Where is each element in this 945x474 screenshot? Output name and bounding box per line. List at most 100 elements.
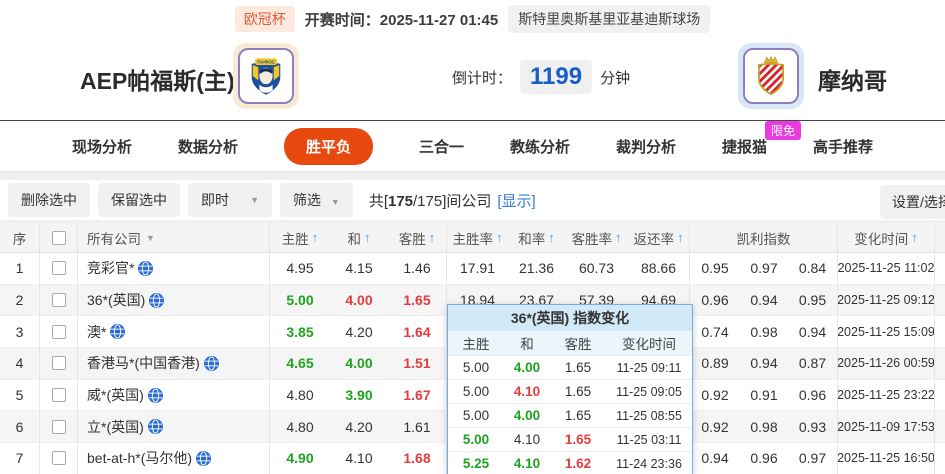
- popup-row: 5.00 4.00 1.65 11-25 08:55: [448, 403, 692, 427]
- company-cell[interactable]: 36*(英国): [78, 284, 270, 316]
- popup-header-away: 客胜: [564, 337, 592, 352]
- home-odds-cell[interactable]: 4.90: [270, 443, 330, 474]
- row-stub: [935, 443, 945, 474]
- globe-icon: [110, 324, 126, 340]
- company-cell[interactable]: bet-at-h*(马尔他): [78, 443, 270, 474]
- header-home-rate[interactable]: 主胜率 ↑: [447, 223, 508, 252]
- popup-change-time: 11-25 09:05: [616, 384, 682, 399]
- league-badge: 欧冠杯: [234, 6, 295, 32]
- company-name[interactable]: 澳*: [87, 322, 106, 342]
- header-company[interactable]: 所有公司 ▼: [78, 223, 270, 252]
- home-odds-cell[interactable]: 5.00: [270, 285, 330, 316]
- popup-change-time: 11-25 08:55: [616, 408, 682, 423]
- row-checkbox[interactable]: [40, 348, 78, 379]
- row-index: 3: [0, 316, 40, 348]
- header-draw-rate[interactable]: 和率 ↑: [508, 223, 565, 252]
- header-draw-odds[interactable]: 和 ↑: [330, 223, 388, 252]
- away-odds-cell[interactable]: 1.61: [388, 411, 447, 443]
- popup-row: 5.00 4.10 1.65 11-25 03:11: [448, 427, 692, 451]
- company-count: 共[175/175]间公司: [368, 192, 492, 210]
- match-info-bar: 欧冠杯 开赛时间：2025-11-27 01:45 斯特里奥斯基里亚基迪斯球场: [0, 0, 945, 38]
- delete-selected-button[interactable]: 删除选中: [8, 183, 90, 217]
- draw-odds-cell[interactable]: 4.20: [330, 411, 388, 442]
- monaco-crest-icon: [758, 56, 784, 96]
- keep-selected-button[interactable]: 保留选中: [98, 183, 180, 217]
- time-mode-dropdown[interactable]: 即时 ▼: [188, 183, 272, 217]
- kelly-home-cell: 0.92: [701, 387, 729, 404]
- popup-header: 主胜 和 客胜 变化时间: [448, 331, 692, 355]
- company-cell[interactable]: 竞彩官*: [78, 253, 270, 284]
- popup-draw-odds: 4.00: [513, 408, 541, 423]
- company-cell[interactable]: 立*(英国): [78, 411, 270, 443]
- row-checkbox[interactable]: [40, 253, 78, 284]
- row-stub: [935, 285, 945, 316]
- away-odds-cell[interactable]: 1.67: [388, 379, 447, 411]
- odds-change-popup: 36*(英国) 指数变化 主胜 和 客胜 变化时间 5.00 4.00 1.65…: [447, 304, 693, 474]
- draw-odds-cell[interactable]: 4.20: [330, 316, 388, 347]
- row-stub: [935, 348, 945, 379]
- nav-tab[interactable]: 捷报猫 限免: [722, 120, 802, 157]
- company-name[interactable]: 威*(英国): [87, 385, 144, 405]
- return-rate-cell: 88.66: [628, 253, 690, 284]
- home-odds-cell[interactable]: 4.65: [270, 348, 330, 379]
- away-rate-cell: 60.73: [578, 260, 615, 277]
- popup-draw-odds: 4.10: [513, 456, 541, 471]
- svg-text:ΠΑΦΟΣ: ΠΑΦΟΣ: [257, 60, 275, 66]
- filter-dropdown[interactable]: 筛选 ▼: [280, 183, 353, 217]
- draw-odds-cell[interactable]: 4.00: [330, 285, 388, 316]
- nav-tab[interactable]: 数据分析: [178, 136, 238, 157]
- row-stub: [935, 411, 945, 442]
- away-odds-cell[interactable]: 1.65: [388, 284, 447, 316]
- nav-tab[interactable]: 现场分析: [72, 136, 132, 157]
- header-away-rate[interactable]: 客胜率 ↑: [565, 223, 628, 252]
- company-cell[interactable]: 威*(英国): [78, 379, 270, 411]
- home-odds-cell[interactable]: 4.80: [270, 411, 330, 442]
- header-change-time[interactable]: 变化时间 ↑: [838, 223, 935, 252]
- row-index: 5: [0, 379, 40, 411]
- company-name[interactable]: bet-at-h*(马尔他): [87, 448, 192, 468]
- company-name[interactable]: 香港马*(中国香港): [87, 353, 200, 373]
- home-odds-cell[interactable]: 4.80: [270, 380, 330, 411]
- header-return-rate[interactable]: 返还率 ↑: [628, 223, 690, 252]
- draw-odds-cell[interactable]: 4.10: [330, 443, 388, 474]
- header-checkbox[interactable]: [40, 223, 78, 252]
- globe-icon: [149, 292, 165, 308]
- nav-tab[interactable]: 三合一: [419, 136, 464, 157]
- away-odds-cell[interactable]: 1.46: [388, 253, 447, 284]
- away-odds-cell[interactable]: 1.51: [388, 348, 447, 379]
- row-checkbox[interactable]: [40, 443, 78, 474]
- header-away-odds[interactable]: 客胜 ↑: [388, 223, 447, 252]
- draw-odds-cell[interactable]: 3.90: [330, 380, 388, 411]
- nav-tab[interactable]: 裁判分析: [616, 136, 676, 157]
- draw-odds-cell[interactable]: 4.00: [330, 348, 388, 379]
- kelly-home-cell: 0.74: [701, 323, 729, 340]
- nav-tab[interactable]: 胜平负: [283, 127, 373, 165]
- countdown-value: 1199: [520, 60, 593, 94]
- settings-select-button[interactable]: 设置/选择: [880, 185, 945, 219]
- nav-tab[interactable]: 高手推荐: [813, 136, 873, 157]
- kelly-draw-cell: 0.94: [750, 355, 778, 372]
- away-odds-cell[interactable]: 1.68: [388, 443, 447, 474]
- draw-odds-cell[interactable]: 4.15: [330, 253, 388, 284]
- popup-away-odds: 1.65: [564, 384, 592, 399]
- home-odds-cell[interactable]: 4.95: [270, 253, 330, 284]
- nav-tab[interactable]: 教练分析: [510, 136, 570, 157]
- header-home-odds[interactable]: 主胜 ↑: [270, 223, 330, 252]
- row-checkbox[interactable]: [40, 284, 78, 316]
- row-checkbox[interactable]: [40, 411, 78, 443]
- kelly-home-cell: 0.92: [701, 418, 729, 435]
- company-cell[interactable]: 澳*: [78, 316, 270, 348]
- row-checkbox[interactable]: [40, 379, 78, 411]
- table-toolbar: 删除选中 保留选中 即时 ▼ 筛选 ▼ 共[175/175]间公司 [显示] 设…: [0, 180, 945, 220]
- row-checkbox[interactable]: [40, 316, 78, 348]
- away-odds-cell[interactable]: 1.64: [388, 316, 447, 348]
- company-name[interactable]: 立*(英国): [87, 417, 144, 437]
- company-name[interactable]: 36*(英国): [87, 290, 145, 310]
- home-odds-cell[interactable]: 3.85: [270, 316, 330, 347]
- away-team-logo: [738, 43, 804, 109]
- show-link[interactable]: [显示]: [497, 190, 535, 211]
- draw-rate-cell: 21.36: [518, 260, 555, 277]
- company-cell[interactable]: 香港马*(中国香港): [78, 348, 270, 379]
- kelly-draw-cell: 0.94: [750, 292, 778, 309]
- company-name[interactable]: 竞彩官*: [87, 258, 134, 278]
